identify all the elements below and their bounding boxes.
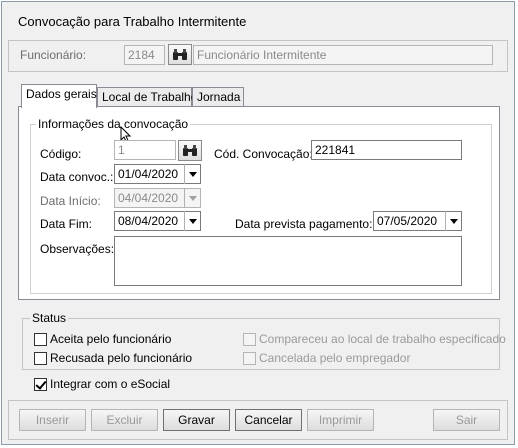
data-convoc-value: 01/04/2020 <box>118 167 179 181</box>
data-prevista-label: Data prevista pagamento: <box>235 217 373 231</box>
compareceu-label: Compareceu ao local de trabalho especifi… <box>259 332 506 346</box>
window-title: Convocação para Trabalho Intermitente <box>18 14 247 29</box>
data-fim-dropdown-icon[interactable] <box>184 211 200 231</box>
observacoes-textarea[interactable] <box>114 236 462 286</box>
recusada-label: Recusada pelo funcionário <box>50 351 193 365</box>
cancelar-button[interactable]: Cancelar <box>235 409 302 431</box>
convocacao-group-title: Informações da convocação <box>36 117 191 131</box>
codigo-lookup-button[interactable] <box>178 140 202 161</box>
status-group-title: Status <box>30 311 69 325</box>
cancelada-checkbox[interactable] <box>243 352 256 365</box>
codigo-label: Código: <box>40 147 82 161</box>
funcionario-lookup-button[interactable] <box>168 44 192 65</box>
binoculars-icon <box>183 144 197 156</box>
tab-dados-gerais[interactable]: Dados gerais <box>21 84 97 108</box>
imprimir-button[interactable]: Imprimir <box>307 409 374 431</box>
tab-local-de-trabalho[interactable]: Local de Trabalho <box>97 87 197 107</box>
funcionario-code-field[interactable]: 2184 <box>124 45 165 65</box>
cod-convocacao-label: Cód. Convocação: <box>214 147 313 161</box>
data-prevista-dropdown-icon[interactable] <box>445 211 461 231</box>
funcionario-label: Funcionário: <box>20 48 87 62</box>
title-bar: Convocação para Trabalho Intermitente <box>2 2 514 38</box>
cancelada-label: Cancelada pelo empregador <box>259 351 411 365</box>
data-convoc-label: Data convoc.: <box>40 170 114 184</box>
cod-convocacao-field[interactable]: 221841 <box>311 140 462 160</box>
integrar-esocial-label: Integrar com o eSocial <box>50 377 171 391</box>
binoculars-icon <box>173 48 187 60</box>
data-fim-value: 08/04/2020 <box>118 214 179 228</box>
compareceu-checkbox[interactable] <box>243 333 256 346</box>
aceita-label: Aceita pelo funcionário <box>50 332 172 346</box>
aceita-checkbox[interactable] <box>34 333 47 346</box>
sair-button[interactable]: Sair <box>433 409 500 431</box>
observacoes-label: Observações: <box>40 242 115 256</box>
inserir-button[interactable]: Inserir <box>19 409 86 431</box>
funcionario-name-field[interactable]: Funcionário Intermitente <box>193 45 493 65</box>
tab-jornada[interactable]: Jornada <box>192 87 244 107</box>
dialog-window: Convocação para Trabalho Intermitente Fu… <box>1 1 515 445</box>
data-inicio-label: Data Início: <box>40 194 101 208</box>
data-prevista-value: 07/05/2020 <box>377 214 438 228</box>
integrar-esocial-checkbox[interactable] <box>34 378 47 391</box>
recusada-checkbox[interactable] <box>34 352 47 365</box>
excluir-button[interactable]: Excluir <box>91 409 158 431</box>
data-inicio-value: 04/04/2020 <box>118 191 179 205</box>
data-fim-label: Data Fim: <box>40 217 93 231</box>
data-inicio-dropdown-icon[interactable] <box>184 188 200 208</box>
data-convoc-dropdown-icon[interactable] <box>184 164 200 184</box>
codigo-field[interactable]: 1 <box>114 140 176 160</box>
gravar-button[interactable]: Gravar <box>163 409 230 431</box>
